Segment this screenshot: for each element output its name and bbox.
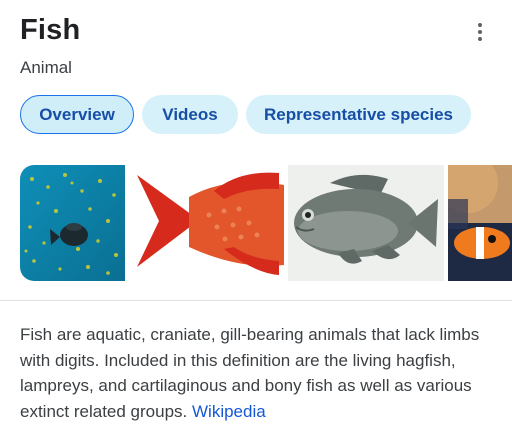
image-thumb-gray-fish[interactable] — [288, 165, 444, 281]
entity-title: Fish — [20, 14, 81, 46]
entity-subtitle: Animal — [20, 58, 72, 77]
chip-videos[interactable]: Videos — [142, 95, 238, 134]
image-thumb-underwater-fish[interactable] — [20, 165, 125, 281]
more-vert-icon[interactable] — [466, 18, 494, 46]
image-thumb-clownfish[interactable] — [448, 165, 512, 281]
image-carousel — [0, 165, 512, 281]
wikipedia-link[interactable]: Wikipedia — [192, 402, 266, 421]
chip-overview[interactable]: Overview — [20, 95, 134, 134]
image-thumb-red-fish[interactable] — [129, 165, 284, 281]
divider — [0, 300, 512, 301]
tab-chips: Overview Videos Representative species — [20, 95, 471, 134]
chip-representative-species[interactable]: Representative species — [246, 95, 471, 134]
description: Fish are aquatic, craniate, gill-bearing… — [20, 322, 500, 424]
